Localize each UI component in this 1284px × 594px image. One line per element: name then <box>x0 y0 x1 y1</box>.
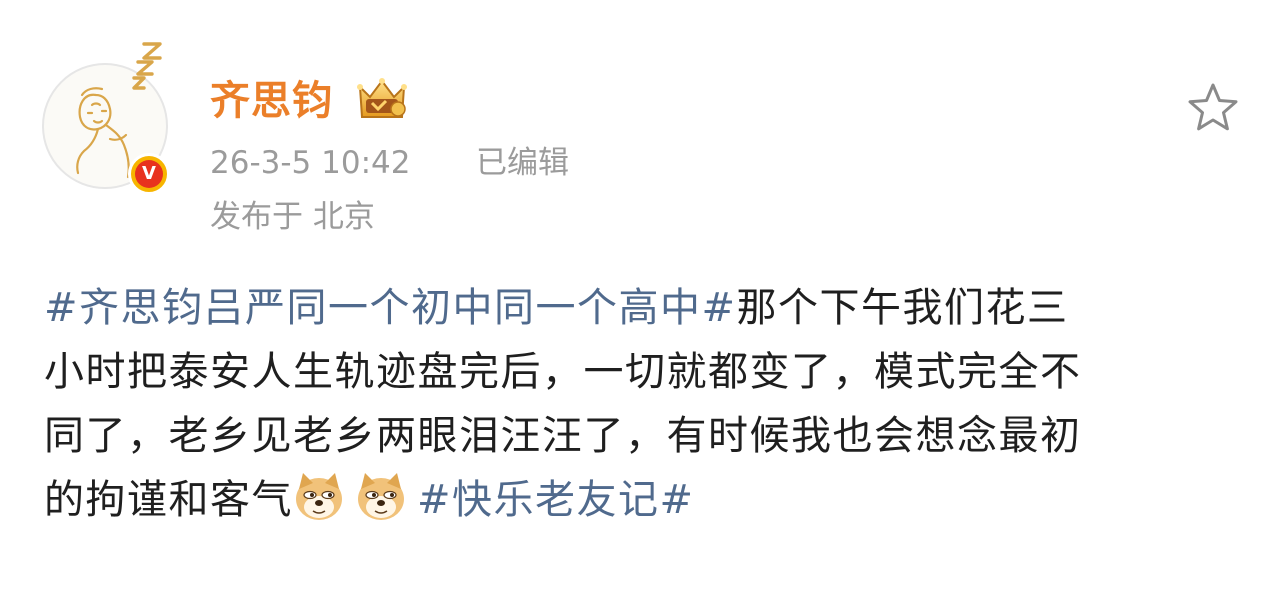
doge-emoji-icon <box>355 471 407 523</box>
verified-v-label: V <box>135 160 163 188</box>
post-text-segment: 那个下午我们花三 <box>736 285 1069 331</box>
star-outline-icon[interactable] <box>1186 82 1240 132</box>
post-line-3: 同了，老乡见老乡两眼泪汪汪了，有时候我也会想念最初 <box>44 413 1082 459</box>
edited-label[interactable]: 已编辑 <box>476 144 569 182</box>
topic-link[interactable]: #快乐老友记# <box>417 477 695 523</box>
post-location: 发布于 北京 <box>210 199 375 235</box>
doge-emoji-icon <box>293 471 345 523</box>
weibo-post-card: V 齐思钧 26-3-5 10:42 已编辑 发布于 北京 #齐思钧吕严同一个初… <box>0 0 1284 594</box>
topic-link[interactable]: #齐思钧吕严同一个初中同一个高中# <box>44 285 737 331</box>
post-line-1: #齐思钧吕严同一个初中同一个高中#那个下午我们花三 <box>44 276 1244 340</box>
post-text-segment: 的拘谨和客气 <box>44 477 293 523</box>
post-line-2: 小时把泰安人生轨迹盘完后，一切就都变了，模式完全不 <box>44 349 1082 395</box>
sleep-zzz-icon <box>132 42 162 90</box>
vip-crown-icon[interactable] <box>354 77 410 123</box>
post-timestamp: 26-3-5 10:42 <box>210 145 411 181</box>
verified-badge-icon: V <box>128 153 170 195</box>
author-name[interactable]: 齐思钧 <box>210 76 333 126</box>
post-body: #齐思钧吕严同一个初中同一个高中#那个下午我们花三 小时把泰安人生轨迹盘完后，一… <box>44 276 1244 532</box>
post-line-4: 的拘谨和客气 #快乐老友记# <box>44 468 1244 532</box>
